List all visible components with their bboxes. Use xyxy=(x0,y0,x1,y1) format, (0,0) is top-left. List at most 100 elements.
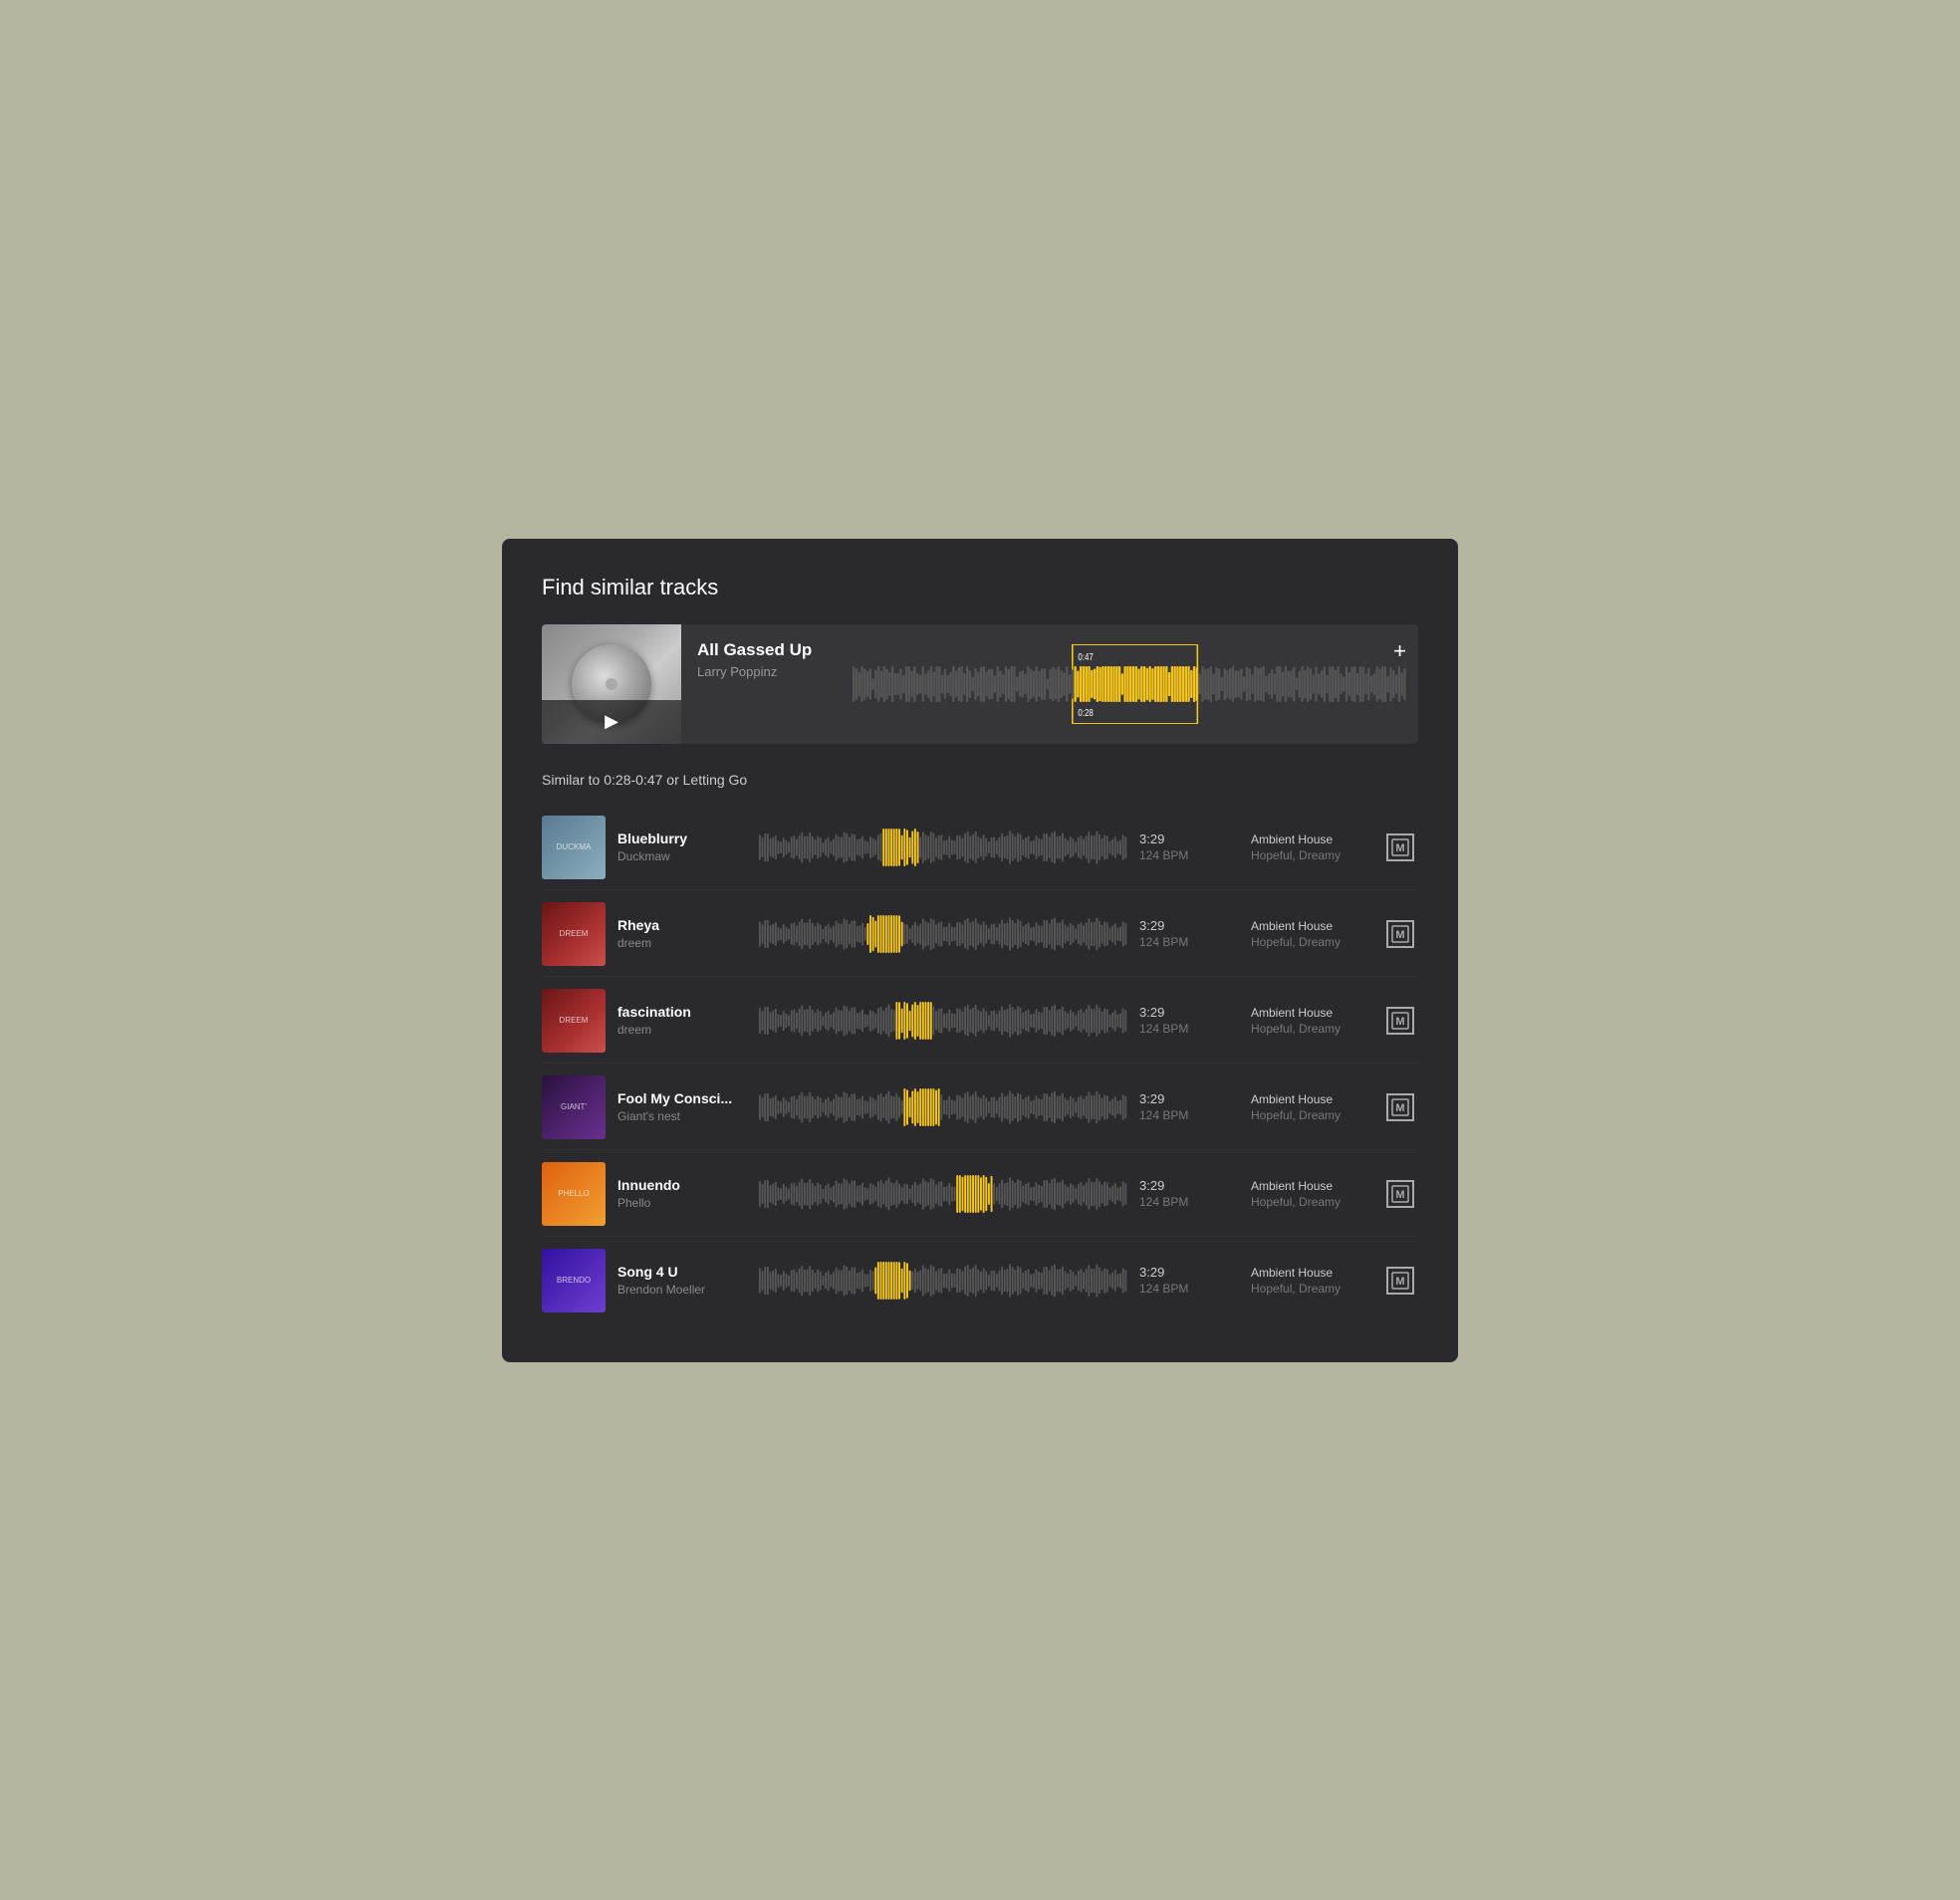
track-name: Fool My Consci... xyxy=(617,1090,747,1106)
track-genre-area: Ambient House Hopeful, Dreamy xyxy=(1251,1092,1370,1122)
page-title: Find similar tracks xyxy=(542,575,1418,600)
track-genre: Ambient House xyxy=(1251,919,1370,933)
track-action: M xyxy=(1382,1093,1418,1121)
track-meta: 3:29 124 BPM xyxy=(1139,1005,1239,1036)
source-track: ▶ All Gassed Up Larry Poppinz 0:47 0:28 + xyxy=(542,624,1418,744)
track-thumbnail: PHELLO xyxy=(542,1162,606,1226)
track-item: DREEM fascination dreem 3:29 124 BPM Ambient … xyxy=(542,979,1418,1064)
source-album-art: ▶ xyxy=(542,624,681,744)
track-bpm: 124 BPM xyxy=(1139,1195,1239,1209)
track-waveform[interactable] xyxy=(759,908,1127,960)
track-artist: Duckmaw xyxy=(617,849,747,863)
source-waveform: 0:47 0:28 xyxy=(853,644,1406,724)
track-thumbnail: DREEM xyxy=(542,989,606,1053)
track-item: BRENDOSong 4 UBrendon Moeller3:29124 BPM… xyxy=(542,1239,1418,1322)
track-item: DREEMRheyadreem3:29124 BPMAmbient HouseH… xyxy=(542,892,1418,977)
source-waveform-area[interactable]: 0:47 0:28 xyxy=(841,624,1418,744)
svg-text:M: M xyxy=(1395,1016,1404,1028)
track-mood: Hopeful, Dreamy xyxy=(1251,1282,1370,1296)
svg-text:M: M xyxy=(1395,929,1404,941)
track-genre: Ambient House xyxy=(1251,1179,1370,1193)
add-to-mix-icon[interactable]: M xyxy=(1386,920,1414,948)
track-waveform[interactable] xyxy=(759,995,1127,1047)
svg-text:0:28: 0:28 xyxy=(1078,707,1093,718)
track-mood: Hopeful, Dreamy xyxy=(1251,1108,1370,1122)
track-waveform[interactable] xyxy=(759,1081,1127,1133)
track-mood: Hopeful, Dreamy xyxy=(1251,848,1370,862)
track-bpm: 124 BPM xyxy=(1139,1282,1239,1296)
source-title: All Gassed Up xyxy=(697,640,825,660)
svg-text:M: M xyxy=(1395,1276,1404,1288)
similar-header: Similar to 0:28-0:47 or Letting Go xyxy=(542,772,1418,788)
track-genre-area: Ambient House Hopeful, Dreamy xyxy=(1251,832,1370,862)
track-name: Innuendo xyxy=(617,1177,747,1193)
track-mood: Hopeful, Dreamy xyxy=(1251,935,1370,949)
track-meta: 3:29 124 BPM xyxy=(1139,1091,1239,1122)
track-duration: 3:29 xyxy=(1139,831,1239,846)
track-meta: 3:29 124 BPM xyxy=(1139,1178,1239,1209)
track-genre: Ambient House xyxy=(1251,1006,1370,1020)
track-artist: Brendon Moeller xyxy=(617,1283,747,1297)
track-action: M xyxy=(1382,1267,1418,1295)
track-name-area: fascination dreem xyxy=(617,1004,747,1037)
play-overlay: ▶ xyxy=(542,700,681,744)
svg-text:M: M xyxy=(1395,1102,1404,1114)
track-bpm: 124 BPM xyxy=(1139,1108,1239,1122)
add-to-mix-icon[interactable]: M xyxy=(1386,1007,1414,1035)
source-artist: Larry Poppinz xyxy=(697,664,825,679)
track-name-area: Blueblurry Duckmaw xyxy=(617,831,747,863)
track-mood: Hopeful, Dreamy xyxy=(1251,1022,1370,1036)
track-meta: 3:29 124 BPM xyxy=(1139,918,1239,949)
add-to-mix-icon[interactable]: M xyxy=(1386,1180,1414,1208)
track-mood: Hopeful, Dreamy xyxy=(1251,1195,1370,1209)
track-action: M xyxy=(1382,833,1418,861)
track-name-area: Innuendo Phello xyxy=(617,1177,747,1210)
track-genre: Ambient House xyxy=(1251,1266,1370,1280)
track-name: fascination xyxy=(617,1004,747,1020)
track-genre-area: Ambient House Hopeful, Dreamy xyxy=(1251,919,1370,949)
source-info: All Gassed Up Larry Poppinz xyxy=(681,624,841,744)
track-artist: dreem xyxy=(617,1023,747,1037)
track-artist: Phello xyxy=(617,1196,747,1210)
track-artist: dreem xyxy=(617,936,747,950)
track-duration: 3:29 xyxy=(1139,1091,1239,1106)
source-play-button[interactable]: ▶ xyxy=(598,708,625,736)
svg-text:0:47: 0:47 xyxy=(1078,651,1093,662)
track-list: DUCKMA Blueblurry Duckmaw 3:29 124 BPM Ambien… xyxy=(542,806,1418,1322)
svg-text:M: M xyxy=(1395,1189,1404,1201)
track-bpm: 124 BPM xyxy=(1139,848,1239,862)
track-duration: 3:29 xyxy=(1139,1178,1239,1193)
track-item: PHELLO Innuendo Phello 3:29 124 BPM Ambient H… xyxy=(542,1152,1418,1237)
track-waveform[interactable] xyxy=(759,1168,1127,1220)
track-bpm: 124 BPM xyxy=(1139,1022,1239,1036)
track-duration: 3:29 xyxy=(1139,1265,1239,1280)
track-genre: Ambient House xyxy=(1251,832,1370,846)
track-thumbnail: DUCKMA xyxy=(542,816,606,879)
add-to-mix-icon[interactable]: M xyxy=(1386,1267,1414,1295)
track-item: GIANT'Fool My Consci...Giant's nest3:291… xyxy=(542,1066,1418,1150)
track-genre: Ambient House xyxy=(1251,1092,1370,1106)
cd-hole xyxy=(606,678,617,690)
track-meta: 3:29 124 BPM xyxy=(1139,1265,1239,1296)
app-window: Find similar tracks ▶ All Gassed Up Larr… xyxy=(502,539,1458,1362)
track-genre-area: Ambient House Hopeful, Dreamy xyxy=(1251,1006,1370,1036)
track-name-area: Fool My Consci... Giant's nest xyxy=(617,1090,747,1123)
add-to-mix-icon[interactable]: M xyxy=(1386,1093,1414,1121)
track-genre-area: Ambient House Hopeful, Dreamy xyxy=(1251,1179,1370,1209)
track-duration: 3:29 xyxy=(1139,1005,1239,1020)
track-name: Blueblurry xyxy=(617,831,747,846)
track-bpm: 124 BPM xyxy=(1139,935,1239,949)
svg-text:M: M xyxy=(1395,842,1404,854)
add-to-mix-icon[interactable]: M xyxy=(1386,833,1414,861)
add-button[interactable]: + xyxy=(1393,640,1406,662)
track-artist: Giant's nest xyxy=(617,1109,747,1123)
track-duration: 3:29 xyxy=(1139,918,1239,933)
track-waveform[interactable] xyxy=(759,1255,1127,1306)
track-item: DUCKMA Blueblurry Duckmaw 3:29 124 BPM Ambien… xyxy=(542,806,1418,890)
track-action: M xyxy=(1382,1180,1418,1208)
track-waveform[interactable] xyxy=(759,822,1127,873)
track-name-area: Song 4 UBrendon Moeller xyxy=(617,1264,747,1297)
track-meta: 3:29 124 BPM xyxy=(1139,831,1239,862)
track-genre-area: Ambient House Hopeful, Dreamy xyxy=(1251,1266,1370,1296)
track-thumbnail: DREEM xyxy=(542,902,606,966)
